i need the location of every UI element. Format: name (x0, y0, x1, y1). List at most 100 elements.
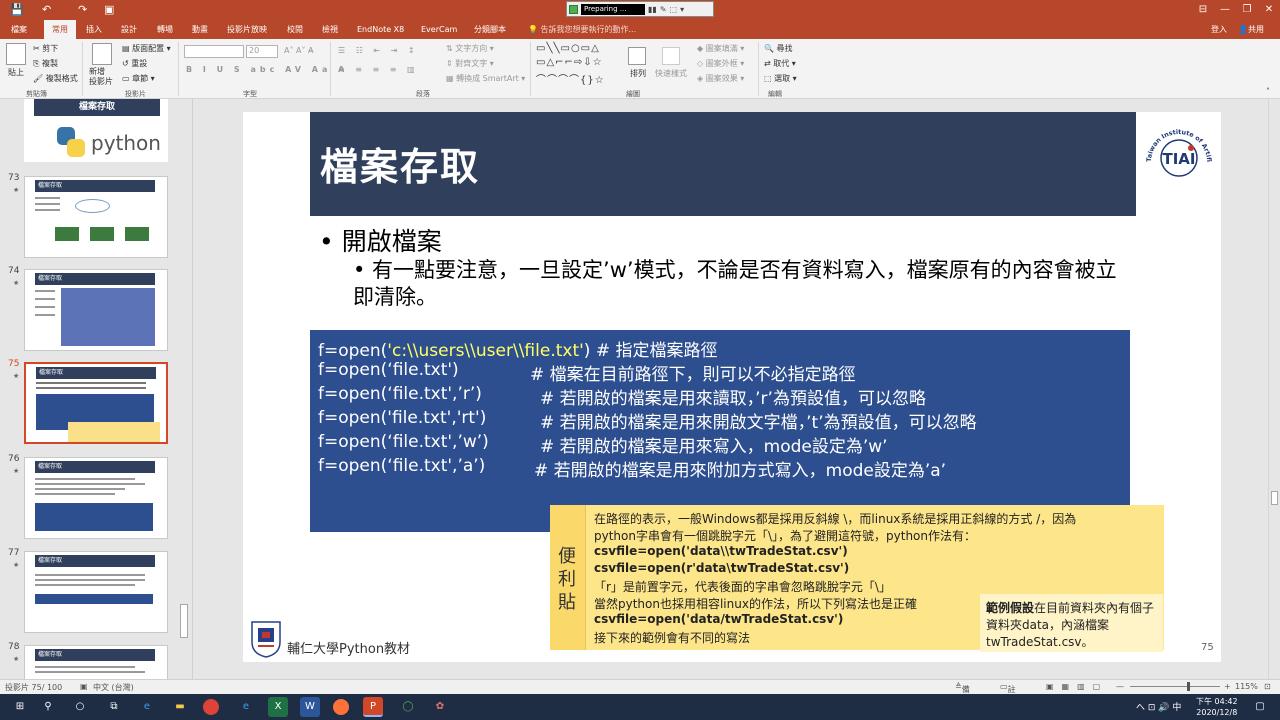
reset-button[interactable]: ↺ 重設 (122, 58, 147, 69)
share-button[interactable]: 👤共用 (1238, 20, 1264, 39)
app-icon[interactable]: ✿ (430, 697, 450, 717)
chrome-icon[interactable] (203, 699, 219, 715)
thumbnail-73[interactable]: 檔案存取 (24, 176, 168, 258)
paste-icon[interactable] (6, 43, 26, 65)
record-indicator-icon[interactable] (569, 4, 578, 14)
tab-home[interactable]: 常用 (44, 20, 76, 39)
powerpoint-icon[interactable]: P (363, 697, 383, 717)
tab-insert[interactable]: 插入 (86, 20, 102, 39)
copy-button[interactable]: ⎘ 複製 (33, 58, 58, 69)
edge-icon[interactable]: e (137, 697, 157, 717)
shape-effects-button[interactable]: ◈ 圖案效果 ▾ (697, 73, 744, 84)
tab-view[interactable]: 檢視 (322, 20, 338, 39)
tab-animations[interactable]: 動畫 (192, 20, 208, 39)
thumbnail-74[interactable]: 檔案存取 (24, 269, 168, 351)
sign-in-link[interactable]: 登入 (1211, 20, 1227, 39)
shapes-gallery-row1[interactable]: ▭╲╲▭○▭△ (536, 43, 600, 54)
zoom-level[interactable]: 115% (1235, 682, 1258, 691)
paste-button[interactable]: 貼上 (8, 67, 24, 78)
arrange-icon[interactable] (628, 47, 646, 65)
tab-slideshow[interactable]: 投影片放映 (227, 20, 267, 39)
cortana-icon[interactable]: ○ (70, 697, 90, 717)
excel-icon[interactable]: X (268, 697, 288, 717)
thumbnail-75-selected[interactable]: 檔案存取 (24, 362, 168, 444)
task-view-icon[interactable]: ⧉ (104, 697, 124, 717)
arrange-button[interactable]: 排列 (630, 68, 646, 79)
system-tray[interactable]: へ ⊡ 🔊 中 (1136, 700, 1181, 713)
code-box[interactable]: f=open('c:\\users\\user\\file.txt') # 指定… (310, 330, 1130, 532)
zoom-in-icon[interactable]: + (1224, 682, 1231, 691)
ribbon-display-icon[interactable]: ⊟ (1192, 0, 1214, 20)
thumbnail-72[interactable]: 檔案存取 python (24, 99, 168, 162)
spellcheck-icon[interactable]: ▣ (80, 682, 88, 691)
zoom-slider[interactable] (1130, 686, 1220, 687)
canvas-scrollbar[interactable] (1268, 99, 1280, 679)
tell-me-search[interactable]: 💡 告訴我您想要執行的動作... (528, 20, 636, 39)
shape-fill-button[interactable]: ◆ 圖案填滿 ▾ (697, 43, 744, 54)
smartart-button[interactable]: ▦ 轉換成 SmartArt ▾ (446, 73, 525, 84)
dropdown-icon[interactable]: ▾ (680, 5, 684, 14)
search-icon[interactable]: ⚲ (38, 697, 58, 717)
font-name-box[interactable] (184, 45, 244, 58)
align-buttons[interactable]: ≡ ≡ ≡ ≡ ▥ (338, 65, 419, 74)
shapes-gallery-row2[interactable]: ▭△⌐⌐⇨⇩☆ (536, 57, 603, 68)
notification-icon[interactable]: ▢ (1250, 697, 1270, 717)
quick-styles-icon[interactable] (662, 47, 680, 65)
bullet-open-file[interactable]: • 開啟檔案 (319, 222, 442, 258)
ime-indicator[interactable]: 中 (1172, 703, 1181, 713)
minimize-icon[interactable]: — (1214, 0, 1236, 20)
zoom-out-icon[interactable]: — (1116, 682, 1124, 691)
new-slide-icon[interactable] (92, 43, 112, 65)
thumbnail-76[interactable]: 檔案存取 (24, 457, 168, 539)
fit-slide-icon[interactable]: ⊡ (1264, 682, 1271, 691)
view-buttons[interactable]: ▣▦▥▢ (1046, 682, 1108, 691)
font-size-box[interactable]: 20 (246, 45, 278, 58)
replace-button[interactable]: ⇄ 取代 ▾ (764, 58, 796, 69)
draw-icon[interactable]: ✎ (660, 5, 667, 14)
tab-endnote[interactable]: EndNote X8 (357, 20, 404, 39)
slide-75[interactable]: 檔案存取 TIAI Taiwan Institute of Artificial… (243, 112, 1221, 662)
tab-storyboard[interactable]: 分鏡腳本 (474, 20, 506, 39)
cut-button[interactable]: ✂ 剪下 (33, 43, 58, 54)
save-icon[interactable]: 💾 (10, 3, 24, 16)
thumbnail-77[interactable]: 檔案存取 (24, 551, 168, 633)
select-button[interactable]: ⬚ 選取 ▾ (764, 73, 797, 84)
list-buttons[interactable]: ☰ ☷ ⇤ ⇥ ↕ (338, 46, 419, 55)
word-icon[interactable]: W (300, 697, 320, 717)
evercam-icon[interactable]: ◯ (398, 697, 418, 717)
slide-title[interactable]: 檔案存取 (320, 136, 480, 191)
find-button[interactable]: 🔍 尋找 (764, 43, 793, 54)
example-note[interactable]: 範例假設在目前資料夾內有個子資料夾data，內涵檔案twTradeStat.cs… (980, 594, 1163, 652)
clock[interactable]: 下午 04:42 2020/12/8 (1196, 696, 1238, 718)
font-style-buttons[interactable]: B I U S abc AV Aa A (186, 65, 348, 74)
ie-icon[interactable]: e (236, 697, 256, 717)
shape-outline-button[interactable]: ◇ 圖案外框 ▾ (697, 58, 744, 69)
zoom-slider-thumb[interactable] (1187, 682, 1190, 691)
redo-icon[interactable]: ↷ (78, 3, 87, 16)
tab-review[interactable]: 校閱 (287, 20, 303, 39)
collapse-ribbon-icon[interactable]: ˄ (1266, 87, 1270, 96)
scrollbar-thumb[interactable] (1271, 491, 1278, 505)
font-grow-shrink[interactable]: A˄ A˅ A̶ (284, 46, 314, 55)
restore-icon[interactable]: ❐ (1236, 0, 1258, 20)
text-direction-button[interactable]: ⇅ 文字方向 ▾ (446, 43, 494, 54)
start-slideshow-icon[interactable]: ▣ (104, 3, 114, 16)
section-button[interactable]: ▭ 章節 ▾ (122, 73, 155, 84)
thumbnail-78[interactable]: 檔案存取 (24, 645, 168, 679)
file-explorer-icon[interactable]: ▬ (170, 697, 190, 717)
shapes-gallery-row3[interactable]: ⌒⌒⌒⌒{}☆ (536, 71, 605, 86)
tab-design[interactable]: 設計 (121, 20, 137, 39)
region-icon[interactable]: ⬚ (670, 5, 678, 14)
close-icon[interactable]: ✕ (1258, 0, 1280, 20)
undo-icon[interactable]: ↶ (42, 3, 51, 16)
notes-button[interactable]: ≜ 備忘稿 (955, 682, 970, 716)
format-painter-button[interactable]: 🖌 複製格式 (33, 73, 78, 84)
align-text-button[interactable]: ⇕ 對齊文字 ▾ (446, 58, 494, 69)
comments-button[interactable]: ▭ 註解 (1000, 682, 1016, 705)
pause-icon[interactable]: ▮▮ (648, 5, 657, 14)
layout-button[interactable]: ▤ 版面配置 ▾ (122, 43, 171, 54)
thumbnail-scrollbar[interactable] (180, 604, 188, 638)
tab-file[interactable]: 檔案 (11, 20, 27, 39)
language-indicator[interactable]: 中文 (台灣) (93, 682, 134, 693)
tab-transitions[interactable]: 轉場 (157, 20, 173, 39)
